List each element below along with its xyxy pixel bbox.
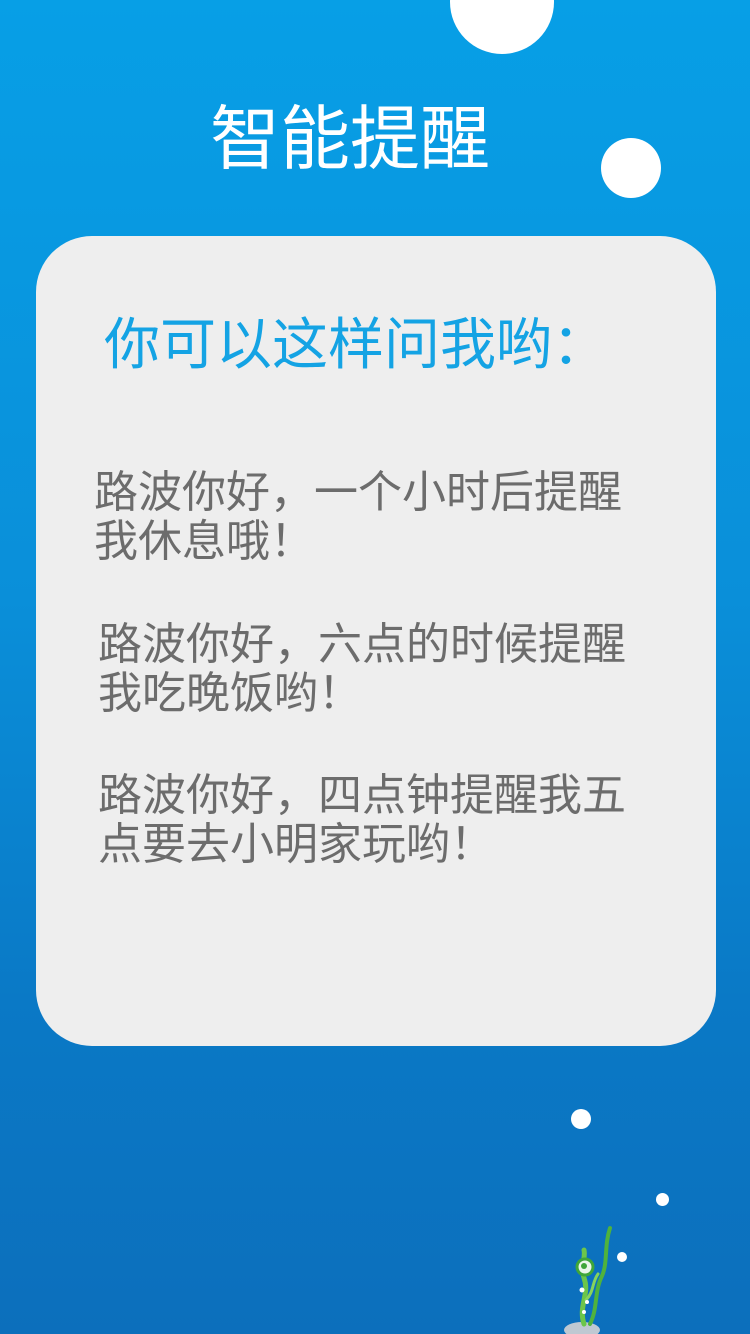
bubble-icon xyxy=(656,1193,669,1206)
card-heading: 你可以这样问我哟： xyxy=(104,313,608,378)
page-title: 智能提醒 xyxy=(210,98,490,180)
example-phrase: 路波你好，一个小时后提醒我休息哦！ xyxy=(94,467,622,567)
bubble-icon xyxy=(450,0,554,54)
tips-card: 你可以这样问我哟： 路波你好，一个小时后提醒我休息哦！ 路波你好，六点的时候提醒… xyxy=(36,236,716,1046)
example-phrase: 路波你好，六点的时候提醒我吃晚饭哟！ xyxy=(98,619,626,719)
example-phrase: 路波你好，四点钟提醒我五点要去小明家玩哟！ xyxy=(98,770,626,870)
bubble-icon xyxy=(571,1109,591,1129)
seaweed-icon xyxy=(564,1226,612,1334)
